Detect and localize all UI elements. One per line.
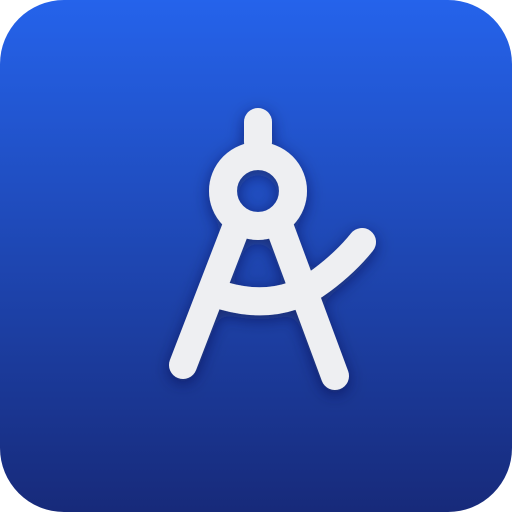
icon-background xyxy=(0,0,512,512)
app-icon-graphic xyxy=(0,0,512,512)
app-icon[interactable] xyxy=(0,0,512,512)
